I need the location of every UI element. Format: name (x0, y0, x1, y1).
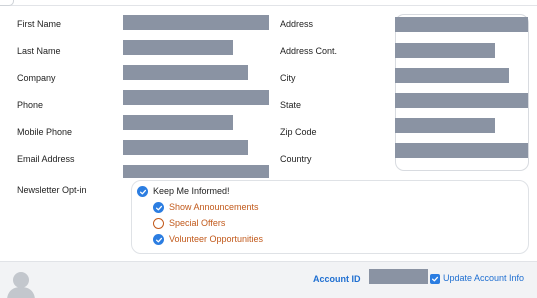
email-value-redacted (123, 140, 248, 155)
company-label: Company (17, 73, 56, 83)
zip-code-label: Zip Code (280, 127, 317, 137)
account-id-value-redacted (369, 269, 428, 284)
keep-me-informed-option[interactable]: Keep Me Informed! (137, 186, 230, 197)
last-name-label: Last Name (17, 46, 61, 56)
unchecked-circle-icon[interactable] (153, 218, 164, 229)
checkbox-checked-icon[interactable] (430, 273, 440, 284)
update-account-info-toggle[interactable]: Update Account Info (430, 273, 524, 284)
country-label: Country (280, 154, 312, 164)
volunteer-opportunities-option[interactable]: Volunteer Opportunities (153, 234, 263, 245)
user-silhouette-icon (7, 272, 35, 298)
address-label: Address (280, 19, 314, 29)
city-value-redacted (395, 68, 509, 83)
phone-label: Phone (17, 100, 44, 110)
mobile-phone-label: Mobile Phone (17, 127, 73, 137)
newsletter-label: Newsletter Opt-in (17, 185, 87, 195)
checked-circle-icon[interactable] (137, 186, 148, 197)
address-value-redacted (395, 17, 528, 32)
address-cont-label: Address Cont. (280, 46, 338, 56)
top-border (0, 0, 537, 6)
country-value-redacted (395, 143, 528, 158)
footer-bar: Account ID Update Account Info (0, 261, 537, 298)
last-name-value-redacted (123, 40, 233, 55)
account-profile-panel: First Name Last Name Company Phone Mobil… (0, 0, 537, 298)
mobile-phone-value-redacted (123, 115, 233, 130)
city-label: City (280, 73, 296, 83)
extra-value-redacted (123, 165, 269, 178)
zip-code-value-redacted (395, 118, 495, 133)
state-value-redacted (395, 93, 528, 108)
checked-circle-icon[interactable] (153, 234, 164, 245)
keep-me-informed-label: Keep Me Informed! (153, 186, 230, 196)
show-announcements-label: Show Announcements (169, 202, 259, 212)
phone-value-redacted (123, 90, 269, 105)
first-name-value-redacted (123, 15, 269, 30)
checked-circle-icon[interactable] (153, 202, 164, 213)
volunteer-opportunities-label: Volunteer Opportunities (169, 234, 264, 244)
email-address-label: Email Address (17, 154, 75, 164)
show-announcements-option[interactable]: Show Announcements (153, 202, 259, 213)
address-cont-value-redacted (395, 43, 495, 58)
special-offers-label: Special Offers (169, 218, 226, 228)
company-value-redacted (123, 65, 248, 80)
update-account-info-label[interactable]: Update Account Info (443, 273, 524, 284)
state-label: State (280, 100, 302, 110)
first-name-label: First Name (17, 19, 62, 29)
avatar (4, 268, 38, 298)
special-offers-option[interactable]: Special Offers (153, 218, 225, 229)
account-id-label: Account ID (313, 274, 361, 284)
